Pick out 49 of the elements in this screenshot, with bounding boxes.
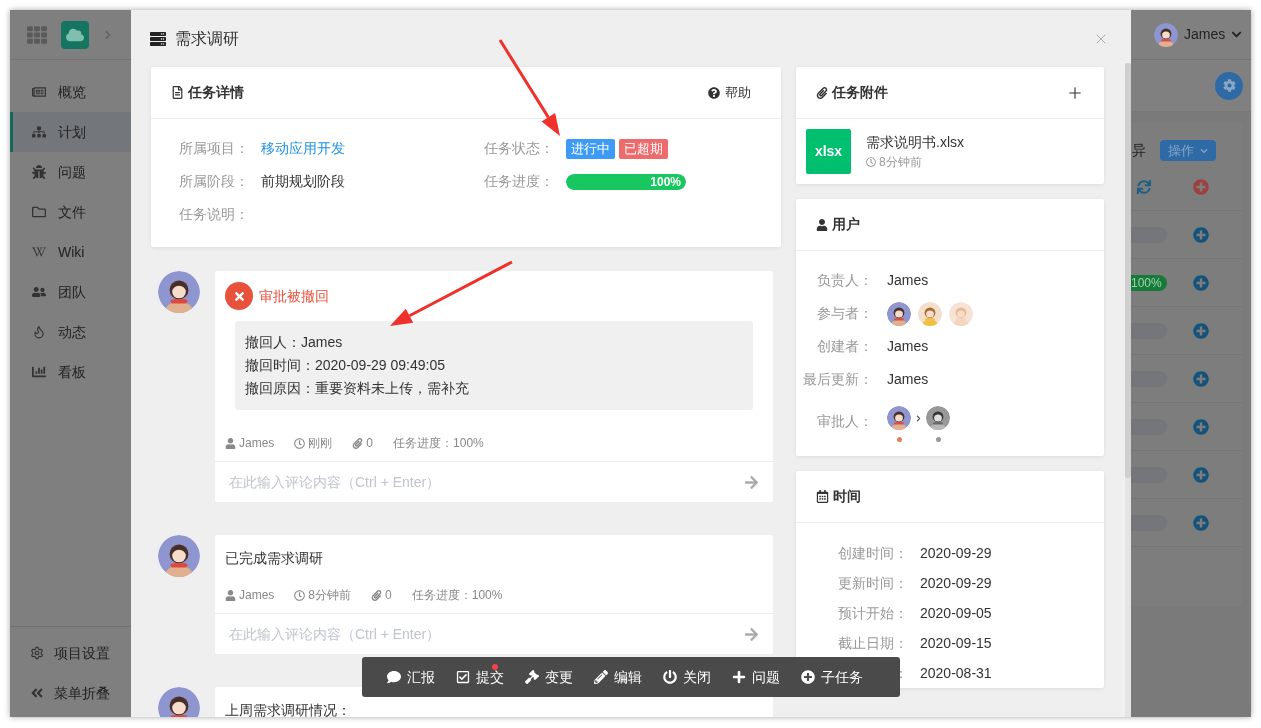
field-value: 2020-08-31: [920, 663, 992, 683]
field-label: 审批人：: [816, 412, 874, 431]
status-tag: 进行中: [566, 138, 615, 159]
field-value: 2020-09-05: [920, 603, 992, 623]
info-line: 撤回人：James: [245, 333, 344, 352]
modal-title: 需求调研: [175, 28, 239, 49]
attachment-count: 0: [385, 587, 392, 604]
card-title: 时间: [833, 487, 861, 506]
field-label: 参与者：: [816, 304, 874, 323]
field-label: 所属阶段：: [179, 172, 250, 191]
column-header: 异: [1132, 141, 1146, 160]
card-title: 任务附件: [832, 83, 888, 102]
progress-text: 任务进度：100%: [393, 435, 484, 452]
author-text: James: [239, 435, 275, 452]
field-label: 创建者：: [816, 337, 874, 356]
field-value: 2020-09-29: [920, 573, 992, 593]
field-label: 更新时间：: [838, 573, 908, 593]
file-type-icon: xlsx: [806, 129, 851, 174]
field-label: 任务状态：: [484, 139, 555, 158]
comment-text: 已完成需求调研: [225, 550, 323, 566]
field-label: 任务进度：: [484, 172, 555, 191]
field-label: 预计开始：: [838, 603, 908, 623]
time-text: 8分钟前: [308, 587, 352, 604]
field-label: ：: [894, 663, 908, 683]
card-title: 任务详情: [188, 83, 244, 102]
time-text: 刚刚: [308, 435, 333, 452]
comment-text: 上周需求调研情况：: [225, 702, 351, 717]
comment-title: 审批被撤回: [259, 286, 329, 306]
progress-text: 任务进度：100%: [411, 587, 503, 604]
field-value: James: [887, 370, 929, 389]
field-value: 前期规划阶段: [261, 172, 345, 191]
field-label: 负责人：: [816, 271, 874, 290]
field-value: 2020-09-29: [920, 543, 992, 563]
attachment-count: 0: [366, 435, 374, 452]
author-text: James: [239, 587, 275, 604]
field-value: James: [887, 271, 929, 290]
info-line: 撤回原因：重要资料未上传，需补充: [245, 379, 470, 398]
status-tag: 已超期: [619, 138, 668, 159]
card-title: 用户: [832, 215, 860, 234]
progress-reading: 100%: [650, 173, 681, 190]
file-time: 8分钟前: [879, 154, 922, 171]
field-label: 任务说明：: [179, 205, 250, 224]
field-label: 创建时间：: [838, 543, 908, 563]
field-value: 2020-09-15: [920, 633, 992, 653]
info-line: 撤回时间：2020-09-29 09:49:05: [245, 356, 446, 375]
field-label: 截止日期：: [838, 633, 908, 653]
field-label: 最后更新：: [802, 370, 874, 389]
field-value: James: [887, 337, 929, 356]
field-label: 所属项目：: [179, 139, 250, 158]
